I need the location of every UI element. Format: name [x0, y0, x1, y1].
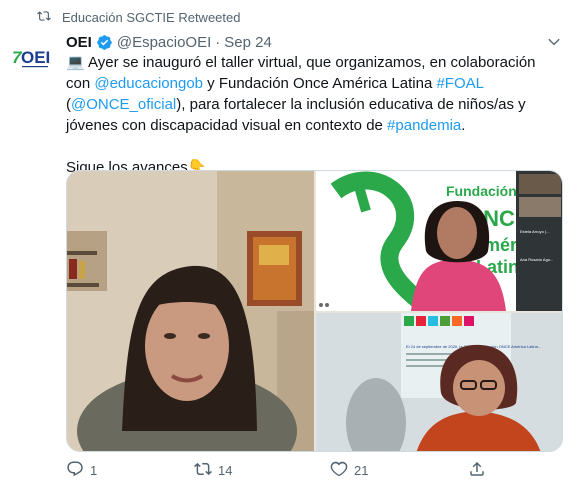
video-call-participant-2-image: El 24 de septiembre de 2020, la OEI y la…	[316, 313, 562, 451]
video-call-speaker-image: Fundación ONCE América Latina Estela Arr…	[316, 171, 562, 311]
tweet-text-segment: y Fundación Once América Latina	[203, 75, 437, 92]
tweet-actions: 1 14 21	[66, 458, 550, 482]
retweet-count: 14	[218, 462, 233, 478]
reply-button[interactable]: 1	[66, 460, 97, 481]
more-options-chevron-icon[interactable]	[546, 34, 562, 53]
media-photo-1[interactable]	[67, 171, 314, 451]
like-count: 21	[354, 462, 369, 478]
reply-count: 1	[90, 462, 98, 478]
like-button[interactable]: 21	[330, 460, 368, 481]
media-grid[interactable]: Fundación ONCE América Latina Estela Arr…	[66, 170, 563, 452]
author-handle[interactable]: @EspacioOEI	[117, 34, 211, 51]
author-name[interactable]: OEI	[66, 34, 92, 51]
tweet-body: 💻 Ayer se inauguró el taller virtual, qu…	[66, 52, 550, 178]
retweeted-by-label: Educación SGCTIE Retweeted	[62, 9, 241, 25]
retweet-icon	[194, 460, 212, 481]
share-icon	[468, 460, 486, 481]
svg-text:Estela Arroyo (...: Estela Arroyo (...	[520, 229, 550, 234]
avatar[interactable]: 7 OEI	[8, 33, 56, 81]
tweet-date[interactable]: Sep 24	[224, 34, 272, 51]
hashtag-link[interactable]: #FOAL	[436, 75, 483, 92]
separator-dot: ·	[215, 33, 221, 51]
share-button[interactable]	[468, 460, 486, 481]
video-call-participant-image	[67, 171, 314, 451]
reply-icon	[66, 460, 84, 481]
laptop-emoji-icon: 💻	[66, 54, 85, 71]
hashtag-link[interactable]: #pandemia	[387, 117, 461, 134]
retweet-button[interactable]: 14	[194, 460, 232, 481]
svg-text:OEI: OEI	[21, 48, 50, 67]
heart-icon	[330, 460, 348, 481]
svg-text:Ana Rosario Agu...: Ana Rosario Agu...	[520, 257, 553, 262]
media-photo-2[interactable]: Fundación ONCE América Latina Estela Arr…	[316, 171, 562, 311]
tweet-paragraph-1: 💻 Ayer se inauguró el taller virtual, qu…	[66, 52, 550, 136]
retweet-icon	[36, 9, 54, 26]
tweet-text-segment: .	[461, 117, 466, 134]
mention-link[interactable]: @educaciongob	[94, 75, 203, 92]
retweet-context[interactable]: Educación SGCTIE Retweeted	[36, 8, 240, 26]
tweet-header: OEI @EspacioOEI · Sep 24	[66, 32, 272, 52]
svg-text:Fundación: Fundación	[446, 183, 517, 199]
mention-link[interactable]: @ONCE_oficial	[71, 96, 176, 113]
verified-badge-icon	[96, 34, 113, 51]
media-photo-3[interactable]: El 24 de septiembre de 2020, la OEI y la…	[316, 313, 562, 451]
oei-logo-icon: 7 OEI	[8, 33, 56, 81]
